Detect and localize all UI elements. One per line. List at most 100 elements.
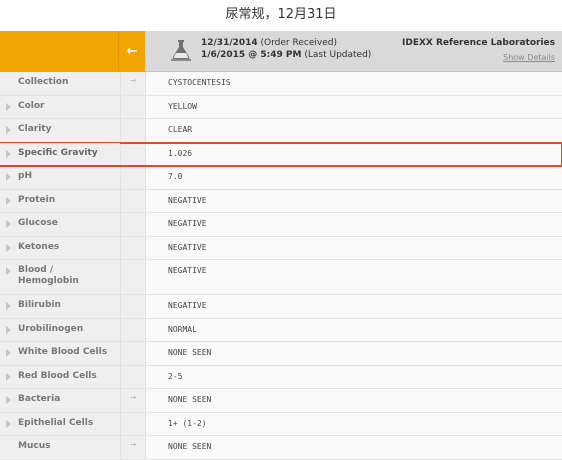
row-label: Glucose [0,213,120,236]
row-value: NEGATIVE [145,213,562,236]
row-label-text: Epithelial Cells [18,417,94,428]
row-marker [120,365,145,388]
page-caption: 尿常规，12月31日 [225,7,337,22]
order-info: 12/31/2014 (Order Received) 1/6/2015 @ 5… [145,31,562,72]
row-label: pH [0,166,120,189]
row-label-text: Blood / Hemoglobin [18,265,79,286]
row-value: NORMAL [145,318,562,341]
expand-triangle-icon[interactable] [6,173,11,181]
row-label: Red Blood Cells [0,365,120,388]
row-label-text: Glucose [18,218,58,228]
expand-triangle-icon[interactable] [6,243,11,252]
row-label-text: Ketones [18,241,60,252]
row-label-text: Bilirubin [18,300,61,310]
table-row[interactable]: Specific Gravity 1.026 [0,141,562,167]
row-marker [120,95,145,118]
row-value: NONE SEEN [145,436,562,459]
row-label-text: Urobilinogen [18,323,84,334]
row-label: Protein [0,189,120,212]
row-value: NEGATIVE [145,295,562,318]
row-label-text: Clarity [18,124,52,134]
expand-triangle-icon[interactable] [6,349,11,357]
row-label: Specific Gravity [0,142,120,165]
row-label: Blood / Hemoglobin [0,260,120,294]
table-row[interactable]: pH 7.0 [0,166,562,190]
table-row[interactable]: Mucus → NONE SEEN [0,436,562,460]
row-marker [120,236,145,259]
row-value: NEGATIVE [145,236,562,259]
row-marker: → [120,389,145,412]
updated-status: (Last Updated) [304,50,372,60]
row-marker [120,119,145,142]
row-value: 1.026 [145,142,562,165]
row-label-text: Color [18,100,45,111]
table-row[interactable]: Blood / Hemoglobin NEGATIVE [0,260,562,295]
row-value: NONE SEEN [145,342,562,365]
row-label-text: Red Blood Cells [18,370,97,381]
row-value: 7.0 [145,166,562,189]
results-header: ← 12/31/2014 (Order Received) 1/6/2015 @… [0,31,562,72]
expand-triangle-icon[interactable] [6,102,11,111]
back-button[interactable]: ← [119,31,145,72]
row-marker [120,142,145,165]
row-label: Color [0,95,120,118]
row-label-text: Protein [18,194,56,205]
table-row[interactable]: Bilirubin NEGATIVE [0,295,562,319]
table-row[interactable]: Ketones NEGATIVE [0,236,562,260]
row-value: 2-5 [145,365,562,388]
row-value: 1+ (1-2) [145,412,562,435]
row-label-text: Mucus [18,441,51,451]
row-value: CYSTOCENTESIS [145,72,562,95]
row-marker [120,166,145,189]
row-marker [120,189,145,212]
lab-name: IDEXX Reference Laboratories [402,38,555,48]
expand-triangle-icon[interactable] [6,149,11,158]
expand-triangle-icon[interactable] [6,267,11,275]
row-label: Mucus [0,436,120,459]
table-row[interactable]: Color YELLOW [0,95,562,119]
row-marker: → [120,72,145,95]
order-dates: 12/31/2014 (Order Received) 1/6/2015 @ 5… [201,37,371,61]
row-value: NONE SEEN [145,389,562,412]
expand-triangle-icon[interactable] [6,419,11,428]
row-label-text: Collection [18,77,69,87]
row-marker [120,342,145,365]
expand-triangle-icon[interactable] [6,196,11,205]
row-label: Collection [0,72,120,95]
row-label-text: Bacteria [18,394,61,404]
row-marker [120,260,145,294]
row-marker [120,213,145,236]
table-row[interactable]: Glucose NEGATIVE [0,213,562,237]
row-marker [120,295,145,318]
table-row[interactable]: Collection → CYSTOCENTESIS [0,72,562,96]
row-label: Bilirubin [0,295,120,318]
table-row[interactable]: Protein NEGATIVE [0,189,562,213]
row-value: NEGATIVE [145,260,562,294]
urinalysis-table: ← 12/31/2014 (Order Received) 1/6/2015 @… [0,31,562,460]
table-row[interactable]: Urobilinogen NORMAL [0,318,562,342]
row-label: Urobilinogen [0,318,120,341]
table-row[interactable]: Clarity CLEAR [0,119,562,143]
row-value: YELLOW [145,95,562,118]
order-date: 12/31/2014 [201,38,258,48]
updated-date: 1/6/2015 @ 5:49 PM [201,50,302,60]
row-label: Bacteria [0,389,120,412]
expand-triangle-icon[interactable] [6,396,11,404]
table-row[interactable]: Red Blood Cells 2-5 [0,365,562,389]
flask-icon [171,40,191,61]
row-label: Epithelial Cells [0,412,120,435]
arrow-left-icon: ← [126,44,138,59]
expand-triangle-icon[interactable] [6,220,11,228]
table-row[interactable]: White Blood Cells NONE SEEN [0,342,562,366]
result-rows: Collection → CYSTOCENTESIS Color YELLOW Clari… [0,72,562,460]
row-label-text: pH [18,171,32,181]
row-marker [120,318,145,341]
expand-triangle-icon[interactable] [6,302,11,310]
table-row[interactable]: Epithelial Cells 1+ (1-2) [0,412,562,436]
show-details-link[interactable]: Show Details [503,52,555,64]
expand-triangle-icon[interactable] [6,325,11,334]
table-row[interactable]: Bacteria → NONE SEEN [0,389,562,413]
expand-triangle-icon[interactable] [6,372,11,381]
expand-triangle-icon[interactable] [6,126,11,134]
row-label-text: White Blood Cells [18,347,108,357]
